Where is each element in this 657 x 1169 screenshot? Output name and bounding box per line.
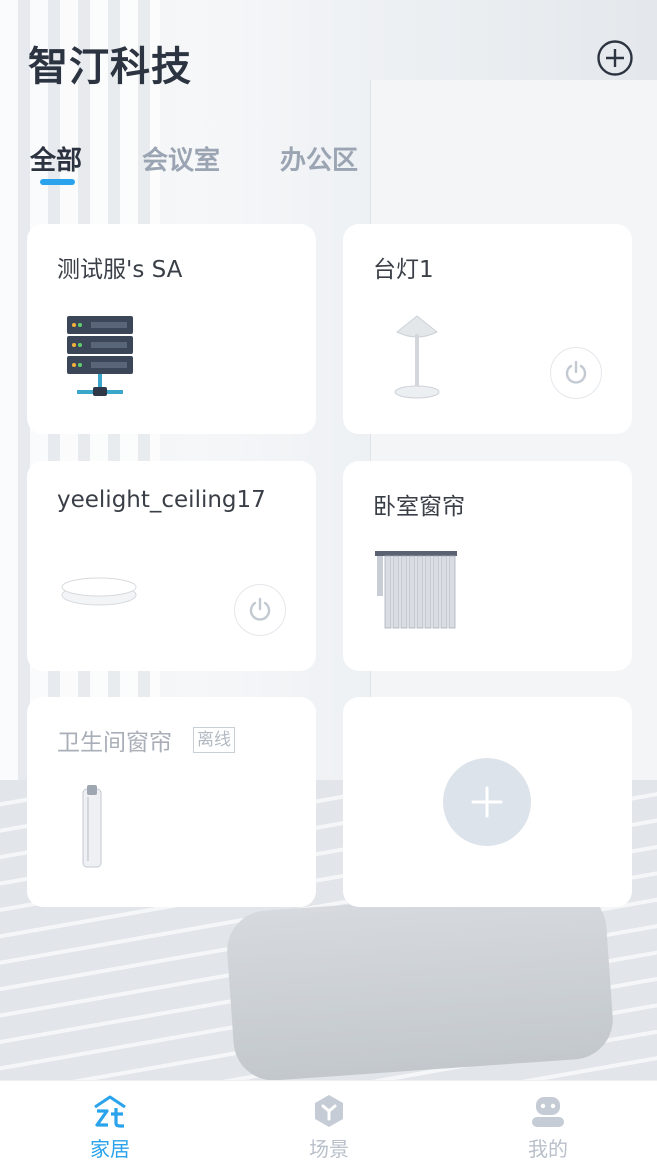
nav-label: 我的 <box>528 1137 568 1161</box>
nav-label: 场景 <box>309 1137 349 1161</box>
device-name: 台灯1 <box>373 257 434 283</box>
tab-office-area[interactable]: 办公区 <box>280 140 358 177</box>
device-card[interactable]: 测试服's SA <box>27 224 316 434</box>
power-icon <box>249 597 271 621</box>
device-name: 卧室窗帘 <box>373 494 465 520</box>
device-card[interactable]: 卧室窗帘 <box>343 461 632 671</box>
device-name: yeelight_ceiling17 <box>57 487 266 513</box>
device-card[interactable]: 台灯1 <box>343 224 632 434</box>
scene-hexagon-icon <box>311 1093 347 1129</box>
device-card[interactable]: 卫生间窗帘 离线 <box>27 697 316 907</box>
plus-icon <box>471 786 503 818</box>
nav-scene[interactable]: 场景 <box>269 1081 389 1169</box>
curtain-icon <box>375 549 457 635</box>
nav-home[interactable]: 家居 <box>50 1081 170 1169</box>
page-title: 智汀科技 <box>28 44 192 90</box>
power-icon <box>565 360 587 384</box>
nav-label: 家居 <box>90 1137 130 1161</box>
ceiling-light-icon <box>59 571 139 615</box>
offline-badge: 离线 <box>193 727 235 753</box>
profile-robot-icon <box>530 1093 566 1129</box>
server-icon <box>65 314 135 403</box>
tab-meeting-room[interactable]: 会议室 <box>142 140 220 177</box>
active-tab-indicator <box>40 179 75 185</box>
add-device-button[interactable] <box>443 758 531 846</box>
desk-lamp-icon <box>387 312 447 406</box>
device-name: 卫生间窗帘 <box>57 730 172 756</box>
nav-profile[interactable]: 我的 <box>488 1081 608 1169</box>
tab-all[interactable]: 全部 <box>30 140 82 177</box>
header: 智汀科技 <box>28 30 633 90</box>
bottom-navigation: 家居 场景 我的 <box>0 1080 657 1169</box>
plus-circle-icon[interactable] <box>597 40 633 76</box>
power-button[interactable] <box>550 347 602 399</box>
home-zt-icon <box>92 1093 128 1129</box>
device-name: 测试服's SA <box>57 257 183 283</box>
power-button[interactable] <box>234 584 286 636</box>
device-card[interactable]: yeelight_ceiling17 <box>27 461 316 671</box>
add-device-card[interactable] <box>343 697 632 907</box>
curtain-motor-icon <box>79 785 105 875</box>
